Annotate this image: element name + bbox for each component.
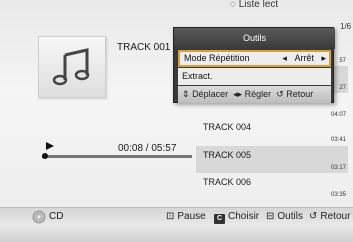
playlist-row[interactable]: TRACK 006 03:35 [196, 173, 348, 200]
playlist-row-title: TRACK 006 [203, 177, 252, 187]
music-note-icon [52, 48, 90, 86]
tools-hint[interactable]: ⊟ Outils [266, 210, 303, 224]
disc-icon [32, 210, 46, 224]
tools-label: Outils [277, 211, 303, 222]
repeat-mode-option[interactable]: Mode Répétition ◂ Arrêt ▸ [178, 50, 331, 67]
back-hint[interactable]: ↺ Retour [309, 210, 350, 224]
progress-bar[interactable] [42, 155, 192, 158]
playlist-row-duration: 03:41 [330, 137, 346, 143]
repeat-mode-value: Arrêt [294, 53, 314, 63]
return-icon: ↺ [309, 211, 318, 222]
playlist-row[interactable]: TRACK 004 03:41 [196, 118, 348, 145]
extract-label: Extract. [182, 71, 213, 81]
playlist-row-duration: 27 [339, 85, 346, 91]
playlist-row-title: TRACK 005 [203, 150, 252, 160]
repeat-mode-selector[interactable]: ◂ Arrêt ▸ [282, 52, 326, 65]
return-icon: ↺ [276, 89, 284, 99]
repeat-mode-label: Mode Répétition [184, 53, 250, 63]
back-label: Retour [320, 211, 351, 222]
now-playing-track: TRACK 001 [117, 42, 171, 53]
album-art [38, 36, 106, 98]
choose-label: Choisir [228, 211, 260, 222]
hint-adjust: Régler [244, 89, 272, 99]
progress-handle[interactable] [42, 153, 48, 159]
playlist-row[interactable]: TRACK 005 03:17 [196, 146, 348, 173]
playlist-row-duration: 57 [339, 58, 346, 64]
play-icon [46, 142, 54, 150]
source-label: CD [49, 211, 64, 222]
playlist-row-duration: 03:35 [330, 192, 346, 198]
popup-hints: ⇕ Déplacer ◂▸ Régler ↺ Retour [178, 86, 331, 103]
disc-icon-small: ◌ [230, 0, 239, 8]
tools-popup: Outils Mode Répétition ◂ Arrêt ▸ Extract… [173, 27, 335, 103]
arrow-left-icon[interactable]: ◂ [282, 53, 287, 63]
arrow-right-icon[interactable]: ▸ [321, 53, 326, 63]
pause-key-icon: ⊡ [166, 211, 175, 222]
pause-hint[interactable]: ⊡ Pause [166, 210, 206, 224]
hint-back: Retour [286, 89, 314, 99]
pause-label: Pause [177, 211, 206, 222]
left-right-icon: ◂▸ [233, 89, 243, 99]
up-down-icon: ⇕ [182, 89, 190, 99]
extract-option[interactable]: Extract. [178, 68, 331, 85]
playlist-row-duration: 03:17 [330, 165, 346, 171]
tools-key-icon: ⊟ [266, 211, 275, 222]
playlist-title-clipped: ◌ Liste lect [230, 0, 279, 8]
elapsed-time: 00:08 / 05:57 [118, 143, 177, 154]
popup-title: Outils [174, 28, 335, 49]
choose-hint[interactable]: C Choisir [214, 210, 259, 224]
page-indicator: 1/6 [340, 22, 352, 31]
hint-move: Déplacer [192, 89, 229, 99]
music-player-screen: ◌ Liste lect 1/6 TRACK 001 00:08 / 05:57… [0, 0, 353, 242]
playlist-row-title: TRACK 004 [203, 122, 252, 132]
c-key-icon: C [214, 214, 225, 224]
